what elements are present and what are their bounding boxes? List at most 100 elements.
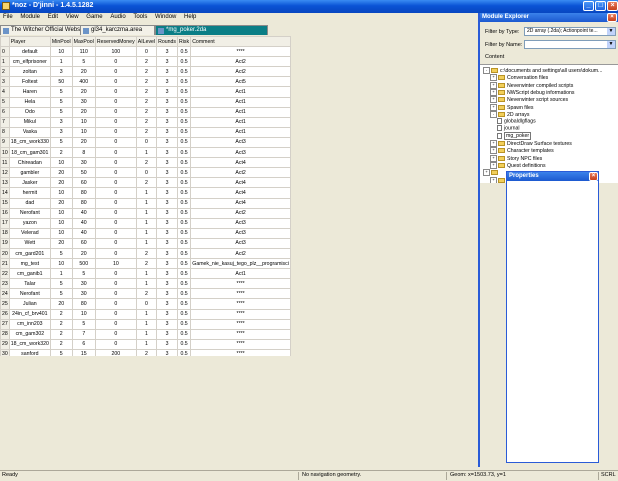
table-cell[interactable]: 2 — [135, 177, 158, 189]
table-cell[interactable]: 1 — [135, 237, 158, 249]
table-cell[interactable]: sanford — [8, 348, 51, 356]
table-cell[interactable]: 1 — [135, 338, 158, 350]
minimize-button[interactable]: _ — [583, 1, 594, 11]
table-cell[interactable]: 24in_cf_brv401 — [8, 308, 51, 320]
table-cell[interactable]: 1 — [135, 197, 158, 209]
table-cell[interactable]: yazon — [8, 217, 51, 229]
table-cell[interactable]: 2 — [49, 308, 73, 320]
table-cell[interactable]: 3 — [156, 177, 178, 189]
table-cell[interactable]: 0 — [135, 298, 158, 310]
table-cell[interactable]: 3 — [156, 197, 178, 209]
table-cell[interactable]: 10 — [49, 187, 73, 199]
table-cell[interactable]: 0.5 — [176, 268, 192, 280]
table-cell[interactable]: 0.5 — [176, 157, 192, 169]
table-cell[interactable]: 2 — [135, 76, 158, 88]
table-cell[interactable]: 10 — [49, 157, 73, 169]
table-cell[interactable]: 30 — [71, 288, 96, 300]
table-cell[interactable]: 3 — [156, 66, 178, 78]
table-cell[interactable]: 10 — [49, 217, 73, 229]
table-cell[interactable]: 2 — [135, 348, 158, 356]
table-cell[interactable]: 5 — [71, 268, 96, 280]
table-cell[interactable]: 15 — [71, 348, 96, 356]
table-cell[interactable]: 7 — [71, 328, 96, 340]
table-cell[interactable]: 3 — [156, 76, 178, 88]
table-cell[interactable]: 2 — [135, 258, 158, 270]
table-cell[interactable]: 2 — [49, 328, 73, 340]
table-cell[interactable]: 80 — [71, 298, 96, 310]
table-cell[interactable]: 3 — [156, 278, 178, 290]
table-cell[interactable]: 0.5 — [176, 147, 192, 159]
table-cell[interactable]: 2 — [135, 126, 158, 138]
table-cell[interactable]: 0 — [94, 268, 137, 280]
table-cell[interactable]: 2 — [135, 288, 158, 300]
table-cell[interactable]: 3 — [156, 237, 178, 249]
expand-icon[interactable]: + — [490, 74, 497, 82]
table-cell[interactable]: 2 — [49, 338, 73, 350]
table-cell[interactable]: cm_gard201 — [8, 247, 51, 260]
table-cell[interactable]: 20 — [49, 237, 73, 249]
table-cell[interactable]: cm_inn203 — [8, 318, 51, 330]
table-cell[interactable]: 10 — [71, 126, 96, 138]
table-cell[interactable]: 0.5 — [176, 227, 192, 239]
table-cell[interactable]: Act2 — [190, 66, 291, 78]
table-cell[interactable]: 0.5 — [176, 167, 192, 179]
table-cell[interactable]: 200 — [94, 348, 137, 356]
close-properties-icon[interactable]: × — [589, 172, 598, 181]
expand-icon[interactable]: + — [490, 140, 497, 147]
table-cell[interactable]: 3 — [156, 217, 178, 229]
table-cell[interactable]: 0.5 — [176, 288, 192, 300]
table-cell[interactable]: mg_test — [8, 258, 51, 270]
table-cell[interactable]: 0 — [94, 76, 137, 88]
table-cell[interactable]: Act3 — [190, 237, 291, 249]
table-cell[interactable]: 0.5 — [176, 126, 192, 138]
table-cell[interactable]: 3 — [156, 247, 178, 260]
table-cell[interactable]: Act3 — [190, 227, 291, 239]
table-cell[interactable]: 60 — [71, 177, 96, 189]
table-cell[interactable]: Haren — [8, 86, 51, 98]
menu-help[interactable]: Help — [181, 13, 199, 21]
table-cell[interactable]: Act3 — [190, 136, 291, 149]
menu-window[interactable]: Window — [152, 13, 179, 21]
table-cell[interactable]: 20 — [49, 298, 73, 310]
column-header[interactable]: Rounds — [156, 36, 178, 48]
table-cell[interactable]: 80 — [71, 197, 96, 209]
table-cell[interactable]: **** — [190, 318, 291, 330]
table-cell[interactable]: 3 — [156, 348, 178, 356]
close-panel-icon[interactable]: × — [607, 13, 617, 22]
table-cell[interactable]: 0 — [94, 126, 137, 138]
table-cell[interactable]: Act3 — [190, 147, 291, 159]
table-cell[interactable]: 2 — [135, 96, 158, 108]
table-cell[interactable]: Act4 — [190, 187, 291, 199]
menu-edit[interactable]: Edit — [45, 13, 61, 21]
table-cell[interactable]: 3 — [156, 288, 178, 300]
table-cell[interactable]: 1 — [135, 328, 158, 340]
table-cell[interactable]: 0 — [94, 278, 137, 290]
table-cell[interactable]: Act5 — [190, 76, 291, 88]
table-cell[interactable]: Act3 — [190, 217, 291, 229]
table-cell[interactable]: Act2 — [190, 56, 291, 68]
table-cell[interactable]: Wett — [8, 237, 51, 249]
table-cell[interactable]: 20 — [71, 247, 96, 260]
table-cell[interactable]: 5 — [71, 318, 96, 330]
table-cell[interactable]: **** — [190, 278, 291, 290]
table-cell[interactable]: 3 — [156, 328, 178, 340]
table-cell[interactable]: 0 — [94, 96, 137, 108]
column-header[interactable]: ReservedMoney — [94, 36, 137, 48]
menu-tools[interactable]: Tools — [130, 13, 150, 21]
table-cell[interactable]: 20 — [49, 197, 73, 209]
table-cell[interactable]: 0.5 — [176, 116, 192, 128]
column-header[interactable]: Risk — [176, 36, 192, 48]
table-cell[interactable]: Julian — [8, 298, 51, 310]
table-cell[interactable]: 1 — [135, 147, 158, 159]
tree-item[interactable]: + Spawn files — [490, 103, 534, 111]
table-cell[interactable]: cm_elfprisoner — [8, 56, 51, 68]
table-cell[interactable]: 0 — [94, 116, 137, 128]
table-cell[interactable]: gambler — [8, 167, 51, 179]
table-cell[interactable]: 5 — [49, 278, 73, 290]
table-cell[interactable]: 3 — [156, 96, 178, 108]
table-cell[interactable]: 20 — [49, 167, 73, 179]
filter-name-input[interactable]: ▼ — [524, 40, 616, 49]
table-cell[interactable]: 1 — [49, 268, 73, 280]
table-cell[interactable]: hermit — [8, 187, 51, 199]
table-cell[interactable]: 0.5 — [176, 298, 192, 310]
